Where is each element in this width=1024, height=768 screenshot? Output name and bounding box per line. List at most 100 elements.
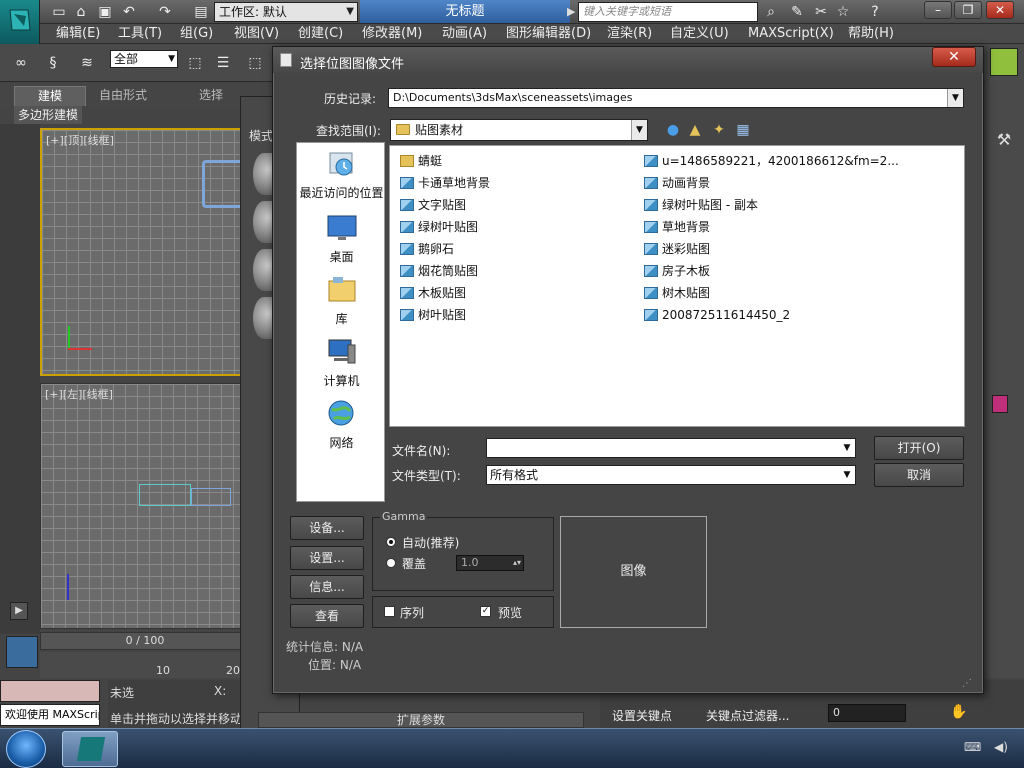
mode-tab[interactable]: 模式 bbox=[249, 127, 273, 147]
menu-help[interactable]: 帮助(H) bbox=[848, 26, 894, 42]
app-logo-icon[interactable] bbox=[0, 0, 40, 44]
maxscript-listener[interactable] bbox=[0, 680, 100, 702]
search-input[interactable]: 键入关键字或短语 bbox=[578, 2, 758, 22]
subscription-icon[interactable]: ✎ bbox=[788, 3, 806, 21]
file-list[interactable]: 蜻蜓 卡通草地背景 文字贴图 绿树叶贴图 鹅卵石 烟花筒贴图 木板贴图 树叶贴图 u=14865… bbox=[389, 145, 965, 427]
object-color-swatch[interactable] bbox=[992, 395, 1008, 413]
menu-tools[interactable]: 工具(T) bbox=[118, 26, 162, 42]
resize-grip-icon[interactable]: ⋰ bbox=[962, 678, 976, 692]
project-folder-icon[interactable]: ▤ bbox=[192, 3, 210, 21]
file-list-item[interactable]: 迷彩贴图 bbox=[642, 240, 710, 258]
file-list-item[interactable]: 动画背景 bbox=[642, 174, 710, 192]
devices-button[interactable]: 设备... bbox=[290, 516, 364, 540]
set-key-button[interactable]: 设置关键点 bbox=[612, 707, 672, 724]
place-desktop[interactable]: 桌面 bbox=[297, 213, 386, 265]
file-list-item[interactable]: 文字贴图 bbox=[398, 196, 466, 214]
file-list-item[interactable]: u=1486589221，4200186612&fm=2... bbox=[642, 152, 899, 170]
select-by-name-icon[interactable]: ☰ bbox=[214, 54, 232, 72]
look-in-dropdown[interactable]: 贴图素材 ▼ bbox=[390, 119, 648, 141]
undo-icon[interactable]: ↶ bbox=[120, 3, 138, 21]
expand-params-rollout[interactable]: 扩展参数 bbox=[258, 712, 584, 728]
view-button[interactable]: 查看 bbox=[290, 604, 364, 628]
preview-checkbox[interactable]: ✓ bbox=[480, 606, 491, 617]
view-menu-icon[interactable]: ▦ bbox=[734, 122, 752, 138]
menu-graph-editors[interactable]: 图形编辑器(D) bbox=[506, 26, 591, 42]
workspace-dropdown[interactable]: 工作区: 默认 ▼ bbox=[214, 2, 358, 22]
maximize-button[interactable]: ❐ bbox=[954, 1, 982, 19]
menu-edit[interactable]: 编辑(E) bbox=[56, 26, 100, 42]
new-file-icon[interactable]: ▭ bbox=[50, 3, 68, 21]
up-folder-icon[interactable]: ▲ bbox=[686, 122, 704, 138]
gamma-auto-radio[interactable] bbox=[386, 537, 396, 547]
utilities-icon[interactable]: ⚒ bbox=[990, 130, 1018, 154]
link-icon[interactable]: ∞ bbox=[12, 54, 30, 72]
open-file-icon[interactable]: ⌂ bbox=[72, 3, 90, 21]
file-list-item[interactable]: 200872511614450_2 bbox=[642, 306, 790, 324]
taskbar-3dsmax-button[interactable] bbox=[62, 731, 118, 767]
bind-space-warp-icon[interactable]: ≋ bbox=[78, 54, 96, 72]
spinner-arrows-icon[interactable]: ▴▾ bbox=[513, 556, 521, 570]
file-list-item[interactable]: 树木贴图 bbox=[642, 284, 710, 302]
gamma-spinner[interactable]: 1.0 ▴▾ bbox=[456, 555, 524, 571]
filetype-dropdown[interactable]: 所有格式 ▼ bbox=[486, 465, 856, 485]
sequence-checkbox[interactable] bbox=[384, 606, 395, 617]
open-button[interactable]: 打开(O) bbox=[874, 436, 964, 460]
file-list-item[interactable]: 烟花筒贴图 bbox=[398, 262, 478, 280]
tab-modeling[interactable]: 建模 bbox=[14, 86, 86, 106]
place-recent[interactable]: 最近访问的位置 bbox=[297, 149, 386, 201]
scene-object[interactable] bbox=[191, 488, 231, 506]
new-folder-icon[interactable]: ✦ bbox=[710, 122, 728, 138]
menu-create[interactable]: 创建(C) bbox=[298, 26, 343, 42]
region-select-icon[interactable]: ⬚ bbox=[246, 54, 264, 72]
right-toolbar-icon[interactable] bbox=[990, 48, 1018, 76]
viewport-left[interactable]: [+][左][线框] bbox=[40, 383, 245, 629]
file-list-item[interactable]: 木板贴图 bbox=[398, 284, 466, 302]
communication-icon[interactable]: ✂ bbox=[812, 3, 830, 21]
viewport-label[interactable]: [+][左][线框] bbox=[45, 386, 113, 402]
gamma-override-radio[interactable] bbox=[386, 558, 396, 568]
menu-animation[interactable]: 动画(A) bbox=[442, 26, 487, 42]
pan-icon[interactable]: ✋ bbox=[950, 704, 967, 720]
file-list-item[interactable]: 树叶贴图 bbox=[398, 306, 466, 324]
help-icon[interactable]: ? bbox=[866, 3, 884, 21]
minimize-button[interactable]: – bbox=[924, 1, 952, 19]
file-list-item[interactable]: 绿树叶贴图 - 副本 bbox=[642, 196, 758, 214]
selection-filter-dropdown[interactable]: 全部 ▼ bbox=[110, 50, 178, 68]
menu-customize[interactable]: 自定义(U) bbox=[670, 26, 729, 42]
back-icon[interactable]: ● bbox=[664, 122, 682, 138]
tab-selection[interactable]: 选择 bbox=[190, 86, 232, 106]
file-list-item[interactable]: 鹅卵石 bbox=[398, 240, 454, 258]
place-library[interactable]: 库 bbox=[297, 275, 386, 327]
file-list-item[interactable]: 绿树叶贴图 bbox=[398, 218, 478, 236]
viewport-label[interactable]: [+][顶][线框] bbox=[46, 132, 114, 148]
file-list-item[interactable]: 卡通草地背景 bbox=[398, 174, 490, 192]
track-bar[interactable]: 10 20 bbox=[40, 652, 250, 678]
tab-freeform[interactable]: 自由形式 bbox=[92, 86, 154, 106]
menu-modifiers[interactable]: 修改器(M) bbox=[362, 26, 422, 42]
menu-maxscript[interactable]: MAXScript(X) bbox=[748, 26, 834, 42]
viewport-top[interactable]: [+][顶][线框] bbox=[40, 128, 245, 376]
polygon-modeling-tab[interactable]: 多边形建模 bbox=[14, 106, 82, 124]
place-network[interactable]: 网络 bbox=[297, 399, 386, 451]
filename-input[interactable]: ▼ bbox=[486, 438, 856, 458]
save-icon[interactable]: ▣ bbox=[96, 3, 114, 21]
viewport-layout-icon[interactable] bbox=[6, 636, 38, 668]
time-slider[interactable]: 0 / 100 bbox=[40, 632, 250, 650]
cancel-button[interactable]: 取消 bbox=[874, 463, 964, 487]
menu-rendering[interactable]: 渲染(R) bbox=[607, 26, 652, 42]
place-computer[interactable]: 计算机 bbox=[297, 337, 386, 389]
history-dropdown[interactable]: D:\Documents\3dsMax\sceneassets\images ▼ bbox=[388, 88, 964, 108]
close-button[interactable]: ✕ bbox=[986, 1, 1014, 19]
file-list-item[interactable]: 房子木板 bbox=[642, 262, 710, 280]
dialog-close-button[interactable]: ✕ bbox=[932, 47, 976, 67]
keyboard-icon[interactable]: ⌨ bbox=[964, 740, 981, 754]
unlink-icon[interactable]: § bbox=[44, 54, 62, 72]
setup-button[interactable]: 设置... bbox=[290, 546, 364, 570]
binoculars-icon[interactable]: ⌕ bbox=[762, 3, 780, 21]
menu-group[interactable]: 组(G) bbox=[180, 26, 213, 42]
key-filters-button[interactable]: 关键点过滤器... bbox=[706, 707, 789, 724]
info-button[interactable]: 信息... bbox=[290, 575, 364, 599]
favorites-icon[interactable]: ☆ bbox=[834, 3, 852, 21]
welcome-text[interactable]: 欢迎使用 MAXScript bbox=[0, 704, 100, 726]
select-object-icon[interactable]: ⬚ bbox=[186, 54, 204, 72]
